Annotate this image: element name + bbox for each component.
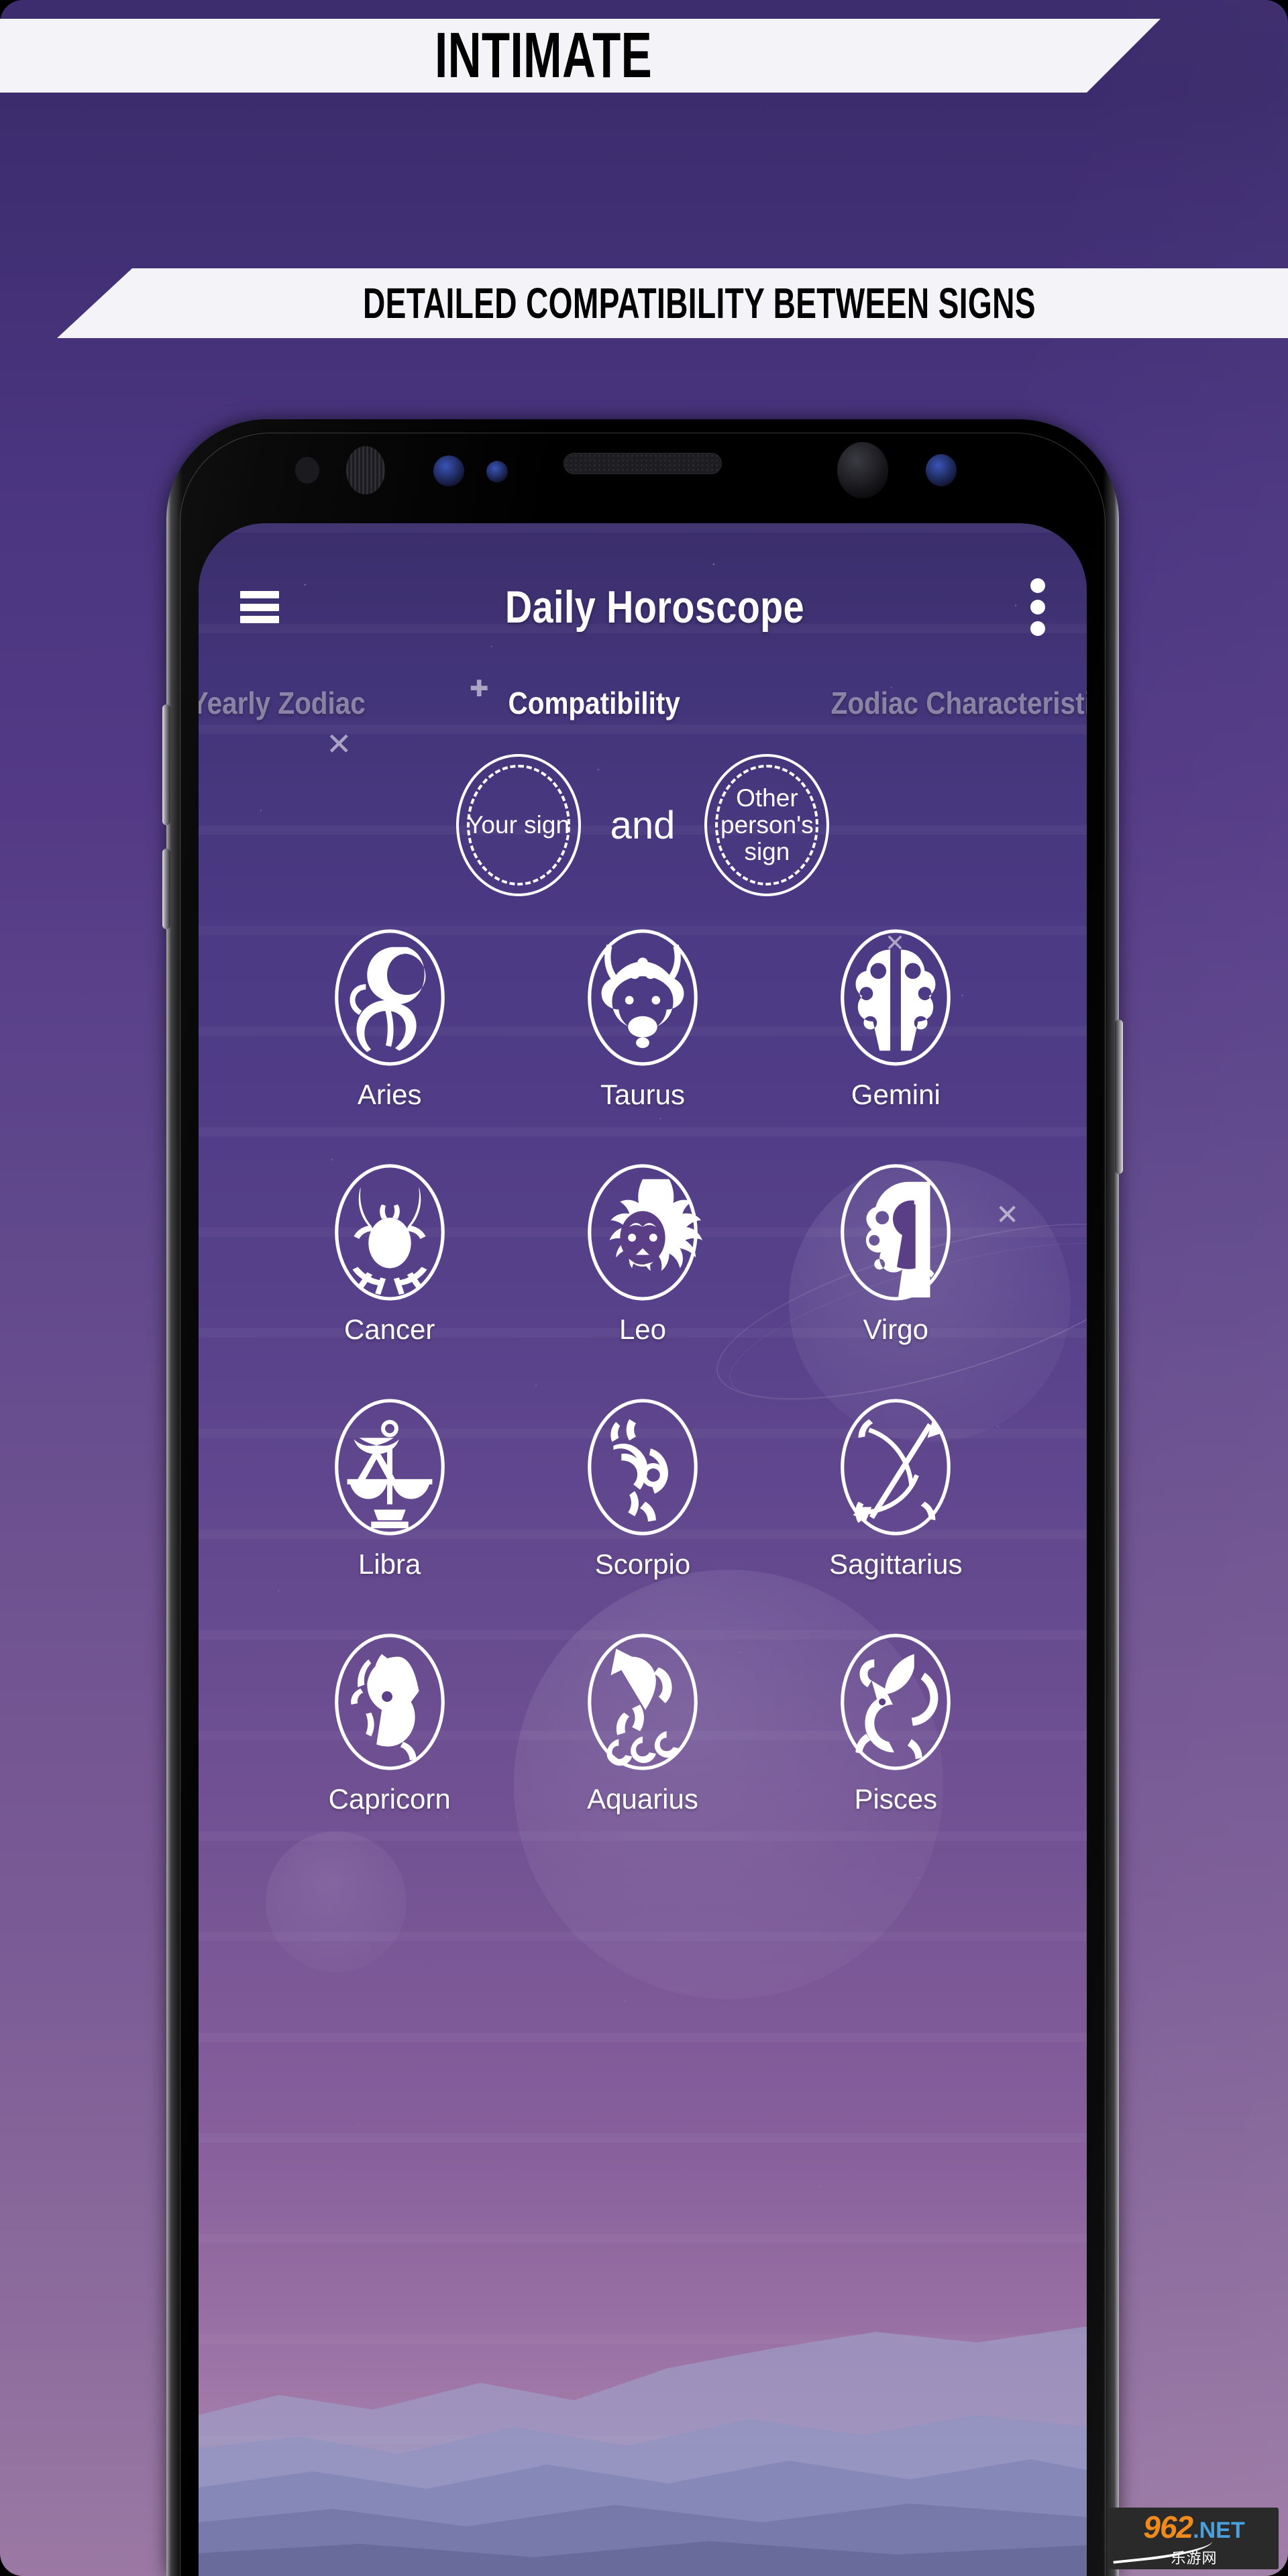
other-sign-label: Other person's sign <box>720 784 814 865</box>
conjunction-label: and <box>610 803 676 847</box>
zodiac-label: Gemini <box>851 1079 941 1110</box>
zodiac-label: Aries <box>357 1079 422 1110</box>
iris-scanner-icon <box>346 446 385 494</box>
aries-icon <box>334 929 445 1066</box>
phone-screen: ✕ ✚ ✕ ✕ Daily Horoscope Yearly Zodiac Co… <box>199 523 1087 2576</box>
hamburger-bar <box>240 603 279 611</box>
power-button[interactable] <box>1115 1020 1123 1174</box>
zodiac-item-scorpio[interactable]: Scorpio <box>516 1395 769 1580</box>
tab-yearly-zodiac[interactable]: Yearly Zodiac <box>199 685 366 721</box>
sign-selector: Your sign and Other person's sign <box>199 735 1087 916</box>
kebab-dot <box>1030 600 1045 614</box>
front-camera-icon <box>433 455 464 486</box>
app-header-bar: Daily Horoscope <box>199 523 1087 691</box>
zodiac-item-cancer[interactable]: Cancer <box>263 1161 516 1346</box>
tab-zodiac-characteristics[interactable]: Zodiac Characteristics <box>830 685 1087 721</box>
zodiac-item-leo[interactable]: Leo <box>516 1161 769 1346</box>
zodiac-label: Sagittarius <box>829 1548 963 1580</box>
libra-icon <box>334 1399 445 1536</box>
subhead-banner: DETAILED COMPATIBILITY BETWEEN SIGNS <box>57 268 1288 338</box>
pisces-icon <box>841 1633 951 1770</box>
zodiac-item-pisces[interactable]: Pisces <box>769 1630 1022 1815</box>
zodiac-label: Scorpio <box>594 1548 691 1580</box>
phone-mockup: ✕ ✚ ✕ ✕ Daily Horoscope Yearly Zodiac Co… <box>162 419 1123 2576</box>
zodiac-label: Capricorn <box>328 1783 451 1815</box>
leo-icon <box>588 1164 703 1301</box>
your-sign-slot[interactable]: Your sign <box>455 754 581 896</box>
zodiac-label: Pisces <box>854 1783 938 1815</box>
zodiac-item-gemini[interactable]: Gemini <box>769 926 1022 1111</box>
proximity-sensor-icon <box>295 457 319 484</box>
sagittarius-icon <box>841 1399 951 1536</box>
taurus-icon <box>588 929 698 1066</box>
headline-text: INTIMATE <box>434 19 653 91</box>
gemini-icon <box>841 929 951 1066</box>
secondary-camera-icon <box>837 442 888 498</box>
light-sensor-icon <box>486 461 508 482</box>
aquarius-icon <box>588 1633 698 1770</box>
tab-bar: Yearly Zodiac Compatibility Zodiac Chara… <box>199 672 1087 734</box>
earpiece-speaker-icon <box>564 453 722 474</box>
zodiac-label: Aquarius <box>587 1783 698 1815</box>
bixby-button[interactable] <box>162 849 170 929</box>
hamburger-bar <box>240 591 279 598</box>
tab-compatibility[interactable]: Compatibility <box>508 685 680 721</box>
zodiac-label: Leo <box>619 1313 667 1345</box>
scorpio-icon <box>588 1399 698 1536</box>
cancer-icon <box>334 1164 445 1301</box>
kebab-dot <box>1030 621 1045 636</box>
kebab-dot <box>1030 578 1045 593</box>
zodiac-item-libra[interactable]: Libra <box>263 1395 516 1580</box>
zodiac-label: Virgo <box>863 1313 928 1345</box>
capricorn-icon <box>334 1633 445 1770</box>
volume-up-button[interactable] <box>162 704 170 825</box>
zodiac-label: Cancer <box>343 1313 435 1345</box>
mountain-landscape <box>199 2326 1087 2576</box>
zodiac-item-virgo[interactable]: Virgo <box>769 1161 1022 1346</box>
small-planet-decoration <box>266 1831 407 1972</box>
zodiac-label: Libra <box>358 1548 421 1580</box>
zodiac-item-taurus[interactable]: Taurus <box>516 926 769 1111</box>
page-title: Daily Horoscope <box>504 582 805 633</box>
zodiac-item-capricorn[interactable]: Capricorn <box>263 1630 516 1815</box>
hamburger-bar <box>240 616 279 623</box>
zodiac-item-aquarius[interactable]: Aquarius <box>516 1630 769 1815</box>
zodiac-label: Taurus <box>600 1079 686 1110</box>
virgo-icon <box>841 1164 951 1301</box>
other-sign-slot[interactable]: Other person's sign <box>704 754 830 896</box>
your-sign-label: Your sign <box>467 811 570 839</box>
subhead-text: DETAILED COMPATIBILITY BETWEEN SIGNS <box>363 279 1036 327</box>
site-watermark: 962 .NET 乐游网 <box>1110 2508 1279 2569</box>
kebab-menu-icon[interactable] <box>1030 578 1045 636</box>
zodiac-item-sagittarius[interactable]: Sagittarius <box>769 1395 1022 1580</box>
hamburger-icon[interactable] <box>240 591 279 623</box>
led-indicator-icon <box>926 454 957 486</box>
promo-screenshot: INTIMATE DETAILED COMPATIBILITY BETWEEN … <box>0 0 1288 2576</box>
headline-banner: INTIMATE <box>0 19 1161 93</box>
zodiac-grid: Aries Taurus Gemini Cancer Leo Virgo Lib… <box>199 926 1087 1815</box>
zodiac-item-aries[interactable]: Aries <box>263 926 516 1111</box>
